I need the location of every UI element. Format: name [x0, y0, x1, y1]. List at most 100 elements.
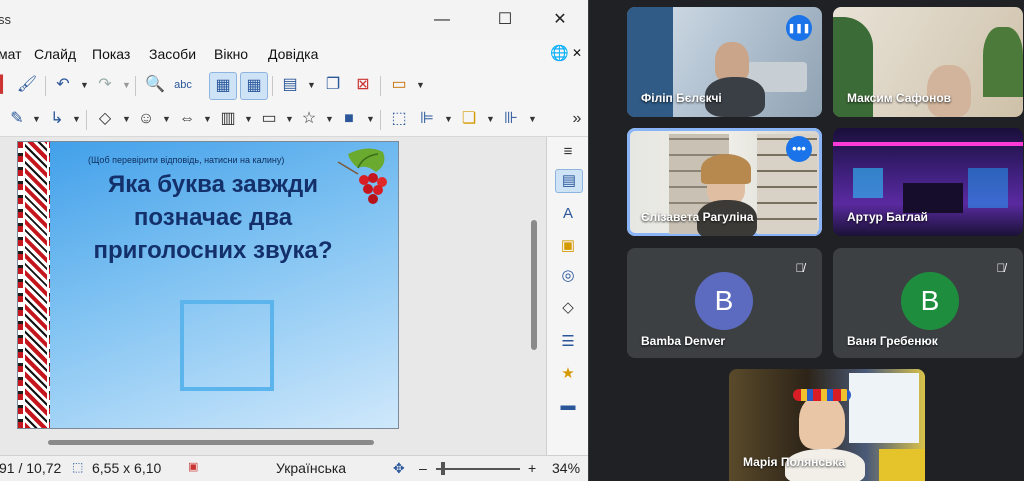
find-replace-icon[interactable]: 🔍 — [144, 74, 166, 96]
minimize-button[interactable]: — — [427, 8, 457, 32]
maximize-button[interactable]: ☐ — [490, 8, 520, 32]
horizontal-scrollbar[interactable] — [48, 440, 374, 445]
zoom-level[interactable]: 34% — [552, 460, 580, 476]
arrange-dropdown-icon[interactable]: ▼ — [486, 114, 495, 124]
gallery-icon[interactable]: ▣ — [557, 235, 579, 257]
embroidery-border — [18, 142, 50, 428]
distribute-dropdown-icon[interactable]: ▼ — [528, 114, 537, 124]
redo-dropdown-icon[interactable]: ▼ — [122, 80, 131, 90]
align-objects-icon[interactable]: ⊫ — [416, 108, 438, 130]
window-title: ss — [0, 12, 11, 27]
3d-objects-dropdown-icon[interactable]: ▼ — [366, 114, 375, 124]
menu-bar: мат Слайд Показ Засоби Вікно Довідка 🌐 ✕ — [0, 40, 588, 68]
drawing-toolbar: ✎ ▼ ↳ ▼ ◇ ▼ ☺ ▼ ⇔ ▼ ▥ ▼ ▭ ▼ ☆ ▼ ■ ▼ ⬚ ⊫ … — [0, 102, 588, 137]
new-slide-icon[interactable]: ▤ — [279, 74, 301, 96]
zoom-slider-knob[interactable] — [441, 462, 445, 475]
undo-dropdown-icon[interactable]: ▼ — [80, 80, 89, 90]
callout-dropdown-icon[interactable]: ▼ — [285, 114, 294, 124]
navigator-icon[interactable]: ◎ — [557, 265, 579, 287]
arrange-icon[interactable]: ❏ — [458, 108, 480, 130]
status-bar: 91 / 10,72 ⬚ 6,55 x 6,10 ▣ Українська ✥ … — [0, 455, 588, 481]
stars-dropdown-icon[interactable]: ▼ — [325, 114, 334, 124]
points-icon[interactable]: ⬚ — [388, 108, 410, 130]
menu-show[interactable]: Показ — [92, 46, 130, 62]
master-slides-icon[interactable]: ▬ — [557, 395, 579, 417]
participant-name: Артур Баглай — [847, 210, 928, 224]
slide-layout-dropdown-icon[interactable]: ▼ — [416, 80, 425, 90]
spelling-icon[interactable]: abc — [172, 74, 194, 96]
zoom-out-button[interactable]: – — [419, 460, 427, 476]
save-status-icon[interactable]: ▣ — [188, 460, 198, 473]
close-document-button[interactable]: ✕ — [572, 46, 582, 60]
participant-name: Філіп Бєлєкчі — [641, 91, 722, 105]
eraser-icon[interactable]: ▌ — [0, 74, 14, 96]
duplicate-slide-icon[interactable]: ❐ — [322, 74, 344, 96]
participant-tile[interactable]: Марія Полянська — [729, 369, 925, 481]
mic-off-icon: 🎙̸ — [788, 256, 812, 280]
smiley-icon[interactable]: ☺ — [135, 108, 157, 130]
participant-tile[interactable]: Максим Сафонов — [833, 7, 1023, 117]
properties-icon[interactable]: ▤ — [555, 169, 583, 193]
object-size: 6,55 x 6,10 — [92, 460, 162, 476]
star-icon[interactable]: ☆ — [298, 108, 320, 130]
menu-help[interactable]: Довідка — [268, 46, 318, 62]
viburnum-berries-icon[interactable] — [328, 144, 398, 204]
new-slide-dropdown-icon[interactable]: ▼ — [307, 80, 316, 90]
flowchart-dropdown-icon[interactable]: ▼ — [244, 114, 253, 124]
participant-tile[interactable]: Артур Баглай — [833, 128, 1023, 236]
block-arrows-icon[interactable]: ⇔ — [176, 108, 198, 130]
3d-objects-icon[interactable]: ■ — [338, 108, 360, 130]
more-options-icon[interactable]: ••• — [786, 136, 812, 162]
snap-to-grid-icon[interactable]: ▦ — [240, 72, 268, 100]
symbol-shapes-dropdown-icon[interactable]: ▼ — [162, 114, 171, 124]
participant-name: Максим Сафонов — [847, 91, 952, 105]
slide-layout-icon[interactable]: ▭ — [388, 74, 410, 96]
menu-slide[interactable]: Слайд — [34, 46, 76, 62]
avatar: B — [901, 272, 959, 330]
globe-icon[interactable]: 🌐 — [550, 44, 569, 62]
menu-format[interactable]: мат — [0, 46, 22, 62]
curve-dropdown-icon[interactable]: ▼ — [32, 114, 41, 124]
connector-dropdown-icon[interactable]: ▼ — [72, 114, 81, 124]
participant-tile[interactable]: ••• Єлізавета Рагуліна — [627, 128, 822, 236]
menu-window[interactable]: Вікно — [214, 46, 248, 62]
basic-shapes-dropdown-icon[interactable]: ▼ — [122, 114, 131, 124]
participant-tile[interactable]: ❚❚❚ Філіп Бєлєкчі — [627, 7, 822, 117]
language-indicator[interactable]: Українська — [276, 460, 346, 476]
sidebar-menu-icon[interactable]: ≡ — [557, 141, 579, 163]
connector-icon[interactable]: ↳ — [46, 108, 68, 130]
participant-tile[interactable]: 🎙̸ B Ваня Гребенюк — [833, 248, 1023, 358]
flowchart-icon[interactable]: ▥ — [217, 108, 239, 130]
answer-box[interactable] — [180, 300, 274, 391]
close-window-button[interactable]: ✕ — [545, 8, 575, 32]
diamond-shape-icon[interactable]: ◇ — [94, 108, 116, 130]
slide-canvas[interactable]: (Щоб перевірити відповідь, натисни на ка… — [17, 141, 399, 429]
block-arrows-dropdown-icon[interactable]: ▼ — [203, 114, 212, 124]
menu-tools[interactable]: Засоби — [149, 46, 196, 62]
object-size-icon: ⬚ — [72, 460, 84, 474]
zoom-in-button[interactable]: + — [528, 460, 536, 476]
more-tools-icon[interactable]: » — [566, 108, 588, 130]
distribute-icon[interactable]: ⊪ — [500, 108, 522, 130]
fit-slide-icon[interactable]: ✥ — [393, 460, 405, 477]
audio-level-icon: ❚❚❚ — [786, 15, 812, 41]
slide-transition-icon[interactable]: ☰ — [557, 331, 579, 353]
delete-slide-icon[interactable]: ⊠ — [352, 74, 374, 96]
title-bar: ss — ☐ ✕ — [0, 0, 588, 40]
participant-tile[interactable]: 🎙̸ B Bamba Denver — [627, 248, 822, 358]
curve-icon[interactable]: ✎ — [6, 108, 28, 130]
participant-name: Ваня Гребенюк — [847, 334, 938, 348]
clone-formatting-icon[interactable]: 🖌 — [16, 74, 38, 96]
styles-icon[interactable]: A — [557, 203, 579, 225]
slide-hint: (Щоб перевірити відповідь, натисни на ка… — [88, 155, 285, 165]
redo-icon[interactable]: ↷ — [94, 74, 116, 96]
zoom-slider[interactable] — [436, 468, 520, 470]
shapes-icon[interactable]: ◇ — [557, 297, 579, 319]
animation-icon[interactable]: ★ — [557, 363, 579, 385]
callout-icon[interactable]: ▭ — [258, 108, 280, 130]
vertical-scrollbar[interactable] — [531, 220, 537, 350]
undo-icon[interactable]: ↶ — [52, 74, 74, 96]
participant-name: Bamba Denver — [641, 334, 726, 348]
align-dropdown-icon[interactable]: ▼ — [444, 114, 453, 124]
display-grid-icon[interactable]: ▦ — [209, 72, 237, 100]
